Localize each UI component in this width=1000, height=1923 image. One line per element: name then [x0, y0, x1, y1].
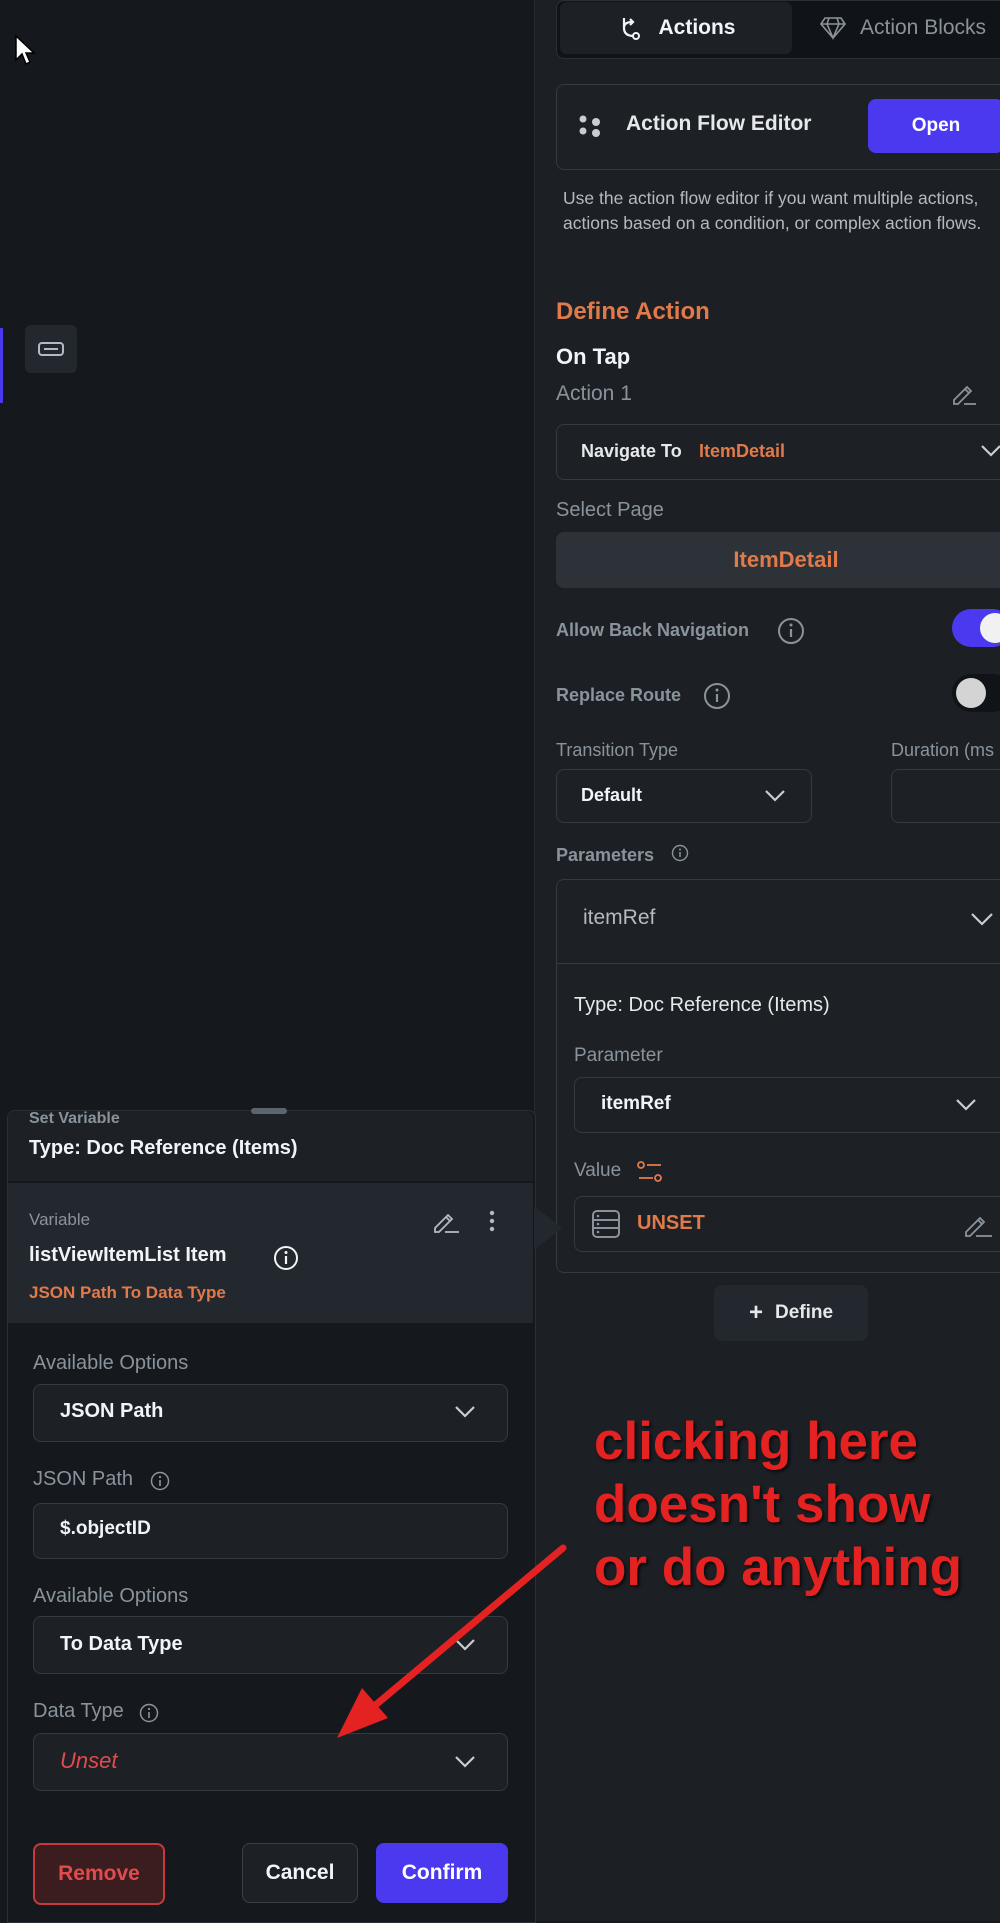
available-options-value-2: To Data Type — [60, 1633, 183, 1655]
value-label: Value — [574, 1160, 622, 1181]
available-options-label-2: Available Options — [33, 1585, 189, 1607]
tab-actions-label: Actions — [658, 16, 736, 39]
chevron-down-icon — [455, 1406, 475, 1418]
parameter-label: Parameter — [574, 1045, 663, 1066]
variable-name: listViewItemList Item — [29, 1244, 227, 1266]
confirm-button[interactable]: Confirm — [376, 1843, 508, 1903]
select-page-button[interactable]: ItemDetail — [556, 532, 1000, 588]
set-variable-title-partial: Set Variable — [29, 1104, 120, 1124]
action-name: Action 1 — [556, 382, 632, 405]
duration-label: Duration (ms — [891, 740, 995, 760]
tab-actions[interactable]: Actions — [560, 2, 792, 54]
chevron-down-icon — [765, 790, 785, 802]
available-options-value: JSON Path — [60, 1400, 164, 1422]
info-icon[interactable] — [703, 682, 731, 710]
mouse-cursor-icon — [15, 34, 36, 66]
flow-nodes-icon — [579, 115, 600, 137]
allow-back-navigation-toggle[interactable] — [952, 609, 1000, 647]
parameters-label: Parameters — [556, 845, 655, 865]
tab-action-blocks[interactable]: Action Blocks — [820, 2, 1000, 54]
annotation-text: clicking here doesn't show or do anythin… — [594, 1412, 963, 1597]
open-action-flow-button[interactable]: Open — [868, 99, 1000, 153]
value-state: UNSET — [637, 1212, 705, 1234]
more-vertical-icon[interactable] — [484, 1209, 500, 1233]
transition-type-value: Default — [581, 785, 643, 805]
chevron-down-icon — [981, 445, 1000, 457]
parameter-type: Type: Doc Reference (Items) — [574, 994, 830, 1016]
plus-icon: + — [748, 1299, 763, 1326]
action-target-label: ItemDetail — [699, 441, 786, 461]
chevron-down-icon — [455, 1639, 475, 1651]
parameter-divider — [556, 963, 1000, 964]
replace-route-label: Replace Route — [556, 685, 682, 705]
set-variable-title: Set Variable — [29, 1110, 120, 1124]
info-icon[interactable] — [139, 1703, 159, 1723]
available-options-label: Available Options — [33, 1352, 189, 1374]
parameter-select-value: itemRef — [601, 1093, 671, 1114]
variable-transform: JSON Path To Data Type — [29, 1283, 226, 1302]
define-button[interactable]: + Define — [714, 1285, 868, 1341]
action-type-label: Navigate To — [581, 441, 682, 461]
chevron-down-icon[interactable] — [970, 912, 994, 928]
edit-value-icon[interactable] — [962, 1210, 994, 1238]
select-page-label: Select Page — [556, 499, 664, 521]
define-button-label: Define — [774, 1302, 834, 1323]
info-icon[interactable] — [150, 1471, 170, 1491]
data-type-value: Unset — [60, 1748, 118, 1773]
replace-route-toggle[interactable] — [952, 674, 1000, 712]
info-icon[interactable] — [671, 844, 689, 862]
data-type-label: Data Type — [33, 1700, 124, 1722]
duration-input[interactable] — [891, 769, 1000, 823]
variable-label: Variable — [29, 1210, 91, 1229]
drag-handle[interactable] — [251, 1108, 287, 1114]
action-flow-editor-title: Action Flow Editor — [626, 112, 812, 135]
variable-type-label: Type: Doc Reference (Items) — [29, 1137, 298, 1159]
remove-button[interactable]: Remove — [33, 1843, 165, 1905]
diamond-icon — [820, 17, 846, 40]
widget-tree-toggle[interactable] — [25, 325, 77, 373]
json-path-value: $.objectID — [60, 1518, 151, 1539]
parameter-name-header[interactable]: itemRef — [583, 906, 655, 930]
chevron-down-icon — [455, 1756, 475, 1768]
popup-pointer — [534, 1206, 562, 1250]
text-field-icon — [38, 342, 64, 356]
define-action-title: Define Action — [556, 298, 710, 325]
action-flow-icon — [623, 18, 641, 40]
json-path-label: JSON Path — [33, 1468, 134, 1490]
info-icon[interactable] — [777, 617, 805, 645]
database-icon — [592, 1210, 620, 1238]
info-icon[interactable] — [273, 1245, 299, 1271]
edit-action-name-icon[interactable] — [950, 380, 978, 406]
tab-action-blocks-label: Action Blocks — [860, 16, 987, 39]
allow-back-navigation-label: Allow Back Navigation — [556, 620, 750, 640]
cancel-button[interactable]: Cancel — [242, 1843, 358, 1903]
chevron-down-icon — [956, 1099, 976, 1111]
edit-variable-icon[interactable] — [431, 1208, 461, 1234]
action-flow-description: Use the action flow editor if you want m… — [563, 188, 982, 233]
selection-indicator — [0, 328, 3, 403]
trigger-label: On Tap — [556, 344, 631, 369]
transition-type-label: Transition Type — [556, 740, 679, 760]
variable-settings-icon[interactable] — [637, 1160, 663, 1184]
